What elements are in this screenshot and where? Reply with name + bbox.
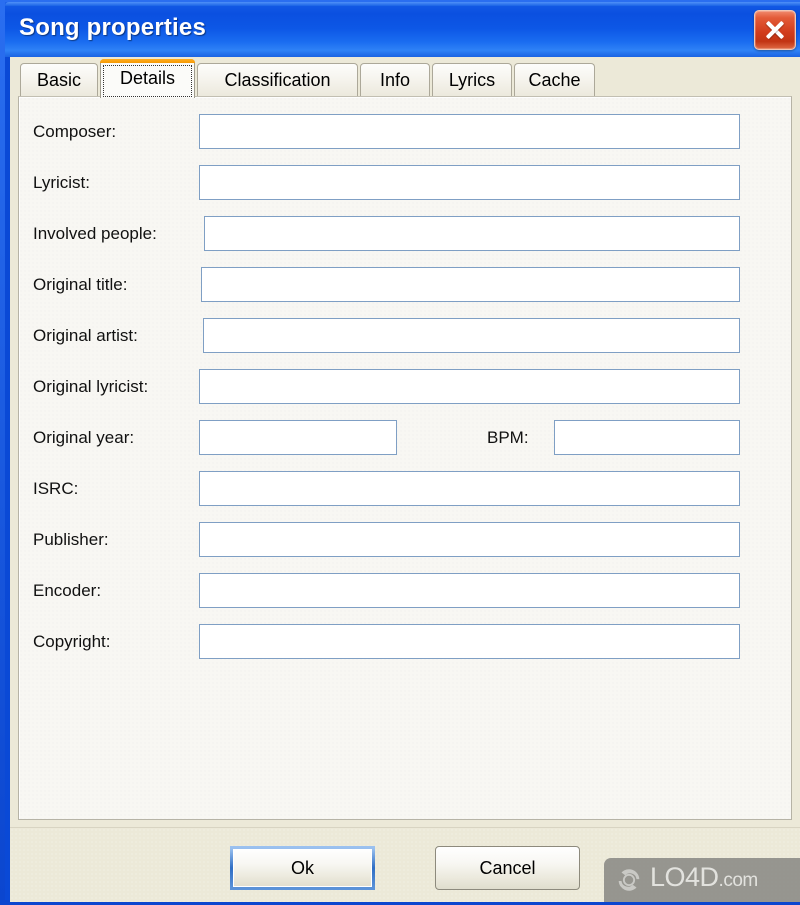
close-icon[interactable] [754,10,796,50]
label-copyright: Copyright: [33,632,111,651]
input-composer[interactable] [199,114,740,149]
tab-cache[interactable]: Cache [514,63,595,97]
dialog-window: Song properties Basic Details Classificati… [0,0,800,905]
tab-label: Classification [224,70,331,90]
tab-label: Lyrics [448,70,496,90]
tab-strip: Basic Details Classification Info Lyrics Cach… [10,57,800,98]
input-copyright[interactable] [199,624,740,659]
ok-button-label: Ok [290,858,314,878]
watermark-suffix: .com [718,870,759,891]
input-involved-people[interactable] [204,216,740,251]
label-original-title: Original title: [33,275,128,294]
input-isrc[interactable] [199,471,740,506]
input-lyricist[interactable] [199,165,740,200]
input-bpm[interactable] [554,420,740,455]
label-publisher: Publisher: [33,530,109,549]
tab-label: Basic [36,70,81,90]
tab-details[interactable]: Details [100,59,195,98]
window-title: Song properties [19,14,207,41]
tab-classification[interactable]: Classification [197,63,358,97]
label-composer: Composer: [33,122,117,141]
label-original-year: Original year: [33,428,135,447]
cancel-button[interactable]: Cancel [435,846,580,890]
title-bar: Song properties [5,2,800,57]
tab-info[interactable]: Info [360,63,430,97]
watermark: LO4D.com [604,858,800,902]
label-isrc: ISRC: [33,479,79,498]
watermark-name: LO4D [650,862,719,892]
input-original-year[interactable] [199,420,397,455]
input-original-artist[interactable] [203,318,740,353]
watermark-text: LO4D.com [650,862,758,893]
tab-lyrics[interactable]: Lyrics [432,63,512,97]
cancel-button-label: Cancel [479,858,536,878]
ok-button[interactable]: Ok [230,846,375,890]
tab-label: Details [119,68,176,88]
refresh-circular-arrows-icon [618,869,640,891]
label-involved-people: Involved people: [33,224,157,243]
label-original-artist: Original artist: [33,326,138,345]
tab-panel-details: Composer: Lyricist: Involved people: Origin… [18,96,792,820]
tab-basic[interactable]: Basic [20,63,98,97]
input-publisher[interactable] [199,522,740,557]
dialog-client-area: Basic Details Classification Info Lyrics Cach… [10,57,800,902]
input-original-title[interactable] [201,267,740,302]
tab-label: Cache [528,70,581,90]
label-lyricist: Lyricist: [33,173,90,192]
tab-label: Info [379,70,411,90]
label-original-lyricist: Original lyricist: [33,377,149,396]
input-original-lyricist[interactable] [199,369,740,404]
input-encoder[interactable] [199,573,740,608]
label-bpm: BPM: [487,428,529,447]
label-encoder: Encoder: [33,581,102,600]
